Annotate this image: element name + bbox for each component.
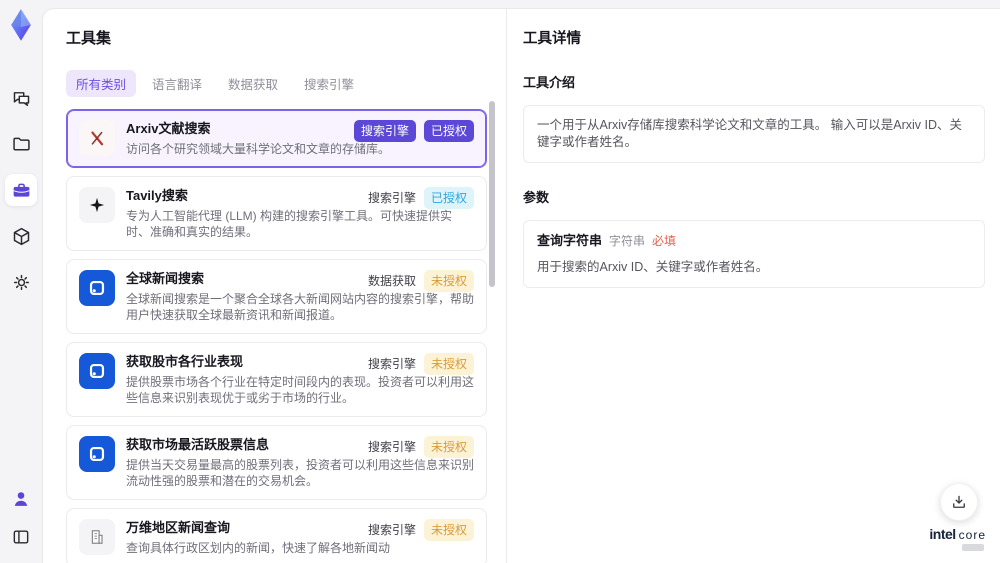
tool-icon bbox=[79, 519, 115, 555]
param-box: 查询字符串 字符串 必填 用于搜索的Arxiv ID、关键字或作者姓名。 bbox=[523, 220, 985, 288]
data-app-icon bbox=[86, 443, 108, 465]
arxiv-logo-icon bbox=[87, 128, 107, 148]
param-name: 查询字符串 bbox=[537, 233, 603, 248]
tavily-star-icon bbox=[87, 195, 107, 215]
tool-badges: 搜索引擎 未授权 bbox=[368, 436, 474, 458]
tool-details-panel: 工具详情 工具介绍 一个用于从Arxiv存储库搜索科学论文和文章的工具。 输入可… bbox=[506, 9, 1000, 563]
cube-icon bbox=[11, 226, 32, 247]
tool-description: 提供当天交易量最高的股票列表，投资者可以利用这些信息来识别流动性强的股票和潜在的… bbox=[126, 458, 475, 488]
tool-icon bbox=[79, 120, 115, 156]
sidebar-item-toolbox[interactable] bbox=[5, 174, 37, 206]
tool-badges: 搜索引擎 已授权 bbox=[353, 120, 474, 142]
tool-badges: 数据获取 未授权 bbox=[368, 270, 474, 292]
details-title: 工具详情 bbox=[523, 31, 581, 47]
status-badge: 未授权 bbox=[423, 270, 474, 292]
page-title: 工具集 bbox=[66, 30, 112, 47]
download-icon bbox=[950, 493, 968, 511]
data-app-icon bbox=[86, 360, 108, 382]
tool-badges: 搜索引擎 未授权 bbox=[368, 519, 474, 541]
category-badge: 数据获取 bbox=[367, 274, 416, 288]
intro-heading: 工具介绍 bbox=[523, 75, 576, 90]
sidebar-item-account[interactable] bbox=[5, 483, 37, 515]
tool-list: Arxiv文献搜索 访问各个研究领域大量科学论文和文章的存储库。 搜索引擎 已授… bbox=[66, 109, 487, 563]
intro-box: 一个用于从Arxiv存储库搜索科学论文和文章的工具。 输入可以是Arxiv ID… bbox=[523, 105, 985, 163]
tool-icon bbox=[79, 353, 115, 389]
param-required-badge: 必填 bbox=[652, 234, 677, 248]
sidebar-item-packages[interactable] bbox=[5, 220, 37, 252]
tool-badges: 搜索引擎 已授权 bbox=[368, 187, 474, 209]
sidebar-item-settings[interactable] bbox=[5, 266, 37, 298]
status-badge: 已授权 bbox=[423, 120, 474, 142]
intel-core-logo: intel core bbox=[929, 526, 986, 551]
building-icon bbox=[87, 527, 107, 547]
category-badge: 搜索引擎 bbox=[367, 523, 416, 537]
tool-icon bbox=[79, 187, 115, 223]
intel-wordmark: intel bbox=[929, 526, 956, 542]
category-tab[interactable]: 所有类别 bbox=[66, 70, 137, 97]
tool-collection-panel: 工具集 所有类别 语言翻译 数据获取 搜索引擎 Arxiv文献搜索 访问各个研究… bbox=[43, 9, 506, 563]
category-tab[interactable]: 数据获取 bbox=[218, 70, 288, 97]
download-button[interactable] bbox=[940, 483, 978, 521]
tool-list-item[interactable]: 全球新闻搜索 全球新闻搜索是一个聚合全球各大新闻网站内容的搜索引擎，帮助用户快速… bbox=[66, 259, 487, 334]
param-description: 用于搜索的Arxiv ID、关键字或作者姓名。 bbox=[537, 260, 769, 274]
briefcase-icon bbox=[11, 180, 32, 201]
panel-collapse-icon bbox=[11, 527, 31, 547]
status-badge: 未授权 bbox=[423, 519, 474, 541]
scrollbar-thumb[interactable] bbox=[489, 101, 495, 287]
core-wordmark: core bbox=[958, 528, 986, 542]
tool-description: 访问各个研究领域大量科学论文和文章的存储库。 bbox=[126, 142, 391, 156]
tool-list-item[interactable]: 获取股市各行业表现 提供股票市场各个行业在特定时间段内的表现。投资者可以利用这些… bbox=[66, 342, 487, 417]
category-badge: 搜索引擎 bbox=[367, 191, 416, 205]
tool-list-item[interactable]: 获取市场最活跃股票信息 提供当天交易量最高的股票列表，投资者可以利用这些信息来识… bbox=[66, 425, 487, 500]
category-badge: 搜索引擎 bbox=[353, 120, 416, 142]
sidebar-collapse-button[interactable] bbox=[5, 521, 37, 553]
tool-description: 专为人工智能代理 (LLM) 构建的搜索引擎工具。可快速提供实时、准确和真实的结… bbox=[126, 209, 453, 239]
folder-icon bbox=[11, 134, 32, 155]
tool-description: 全球新闻搜索是一个聚合全球各大新闻网站内容的搜索引擎，帮助用户快速获取全球最新资… bbox=[126, 292, 475, 322]
tool-list-item[interactable]: 万维地区新闻查询 查询具体行政区划内的新闻，快速了解各地新闻动 搜索引擎 未授权 bbox=[66, 508, 487, 563]
tool-icon bbox=[79, 270, 115, 306]
gear-icon bbox=[11, 272, 32, 293]
sidebar-item-files[interactable] bbox=[5, 128, 37, 160]
param-type: 字符串 bbox=[609, 234, 646, 248]
brand-pill bbox=[962, 544, 984, 551]
tool-icon bbox=[79, 436, 115, 472]
data-app-icon bbox=[86, 277, 108, 299]
tool-badges: 搜索引擎 未授权 bbox=[368, 353, 474, 375]
tool-description: 查询具体行政区划内的新闻，快速了解各地新闻动 bbox=[126, 541, 391, 555]
category-tab[interactable]: 搜索引擎 bbox=[294, 70, 364, 97]
category-badge: 搜索引擎 bbox=[367, 440, 416, 454]
status-badge: 未授权 bbox=[423, 353, 474, 375]
tool-list-item[interactable]: Arxiv文献搜索 访问各个研究领域大量科学论文和文章的存储库。 搜索引擎 已授… bbox=[66, 109, 487, 168]
status-badge: 已授权 bbox=[423, 187, 474, 209]
status-badge: 未授权 bbox=[423, 436, 474, 458]
app-logo-icon bbox=[5, 8, 37, 42]
params-heading: 参数 bbox=[523, 190, 550, 205]
category-badge: 搜索引擎 bbox=[367, 357, 416, 371]
chat-icon bbox=[11, 88, 32, 109]
list-scrollbar[interactable] bbox=[489, 93, 496, 563]
app-sidebar bbox=[0, 0, 42, 563]
category-tab[interactable]: 语言翻译 bbox=[142, 70, 212, 97]
sidebar-item-chat[interactable] bbox=[5, 82, 37, 114]
tool-list-item[interactable]: Tavily搜索 专为人工智能代理 (LLM) 构建的搜索引擎工具。可快速提供实… bbox=[66, 176, 487, 251]
user-avatar-icon bbox=[10, 488, 32, 510]
tool-description: 提供股票市场各个行业在特定时间段内的表现。投资者可以利用这些信息来识别表现优于或… bbox=[126, 375, 475, 405]
category-tabs: 所有类别 语言翻译 数据获取 搜索引擎 bbox=[66, 70, 506, 97]
main-content: 工具集 所有类别 语言翻译 数据获取 搜索引擎 Arxiv文献搜索 访问各个研究… bbox=[42, 8, 1000, 563]
